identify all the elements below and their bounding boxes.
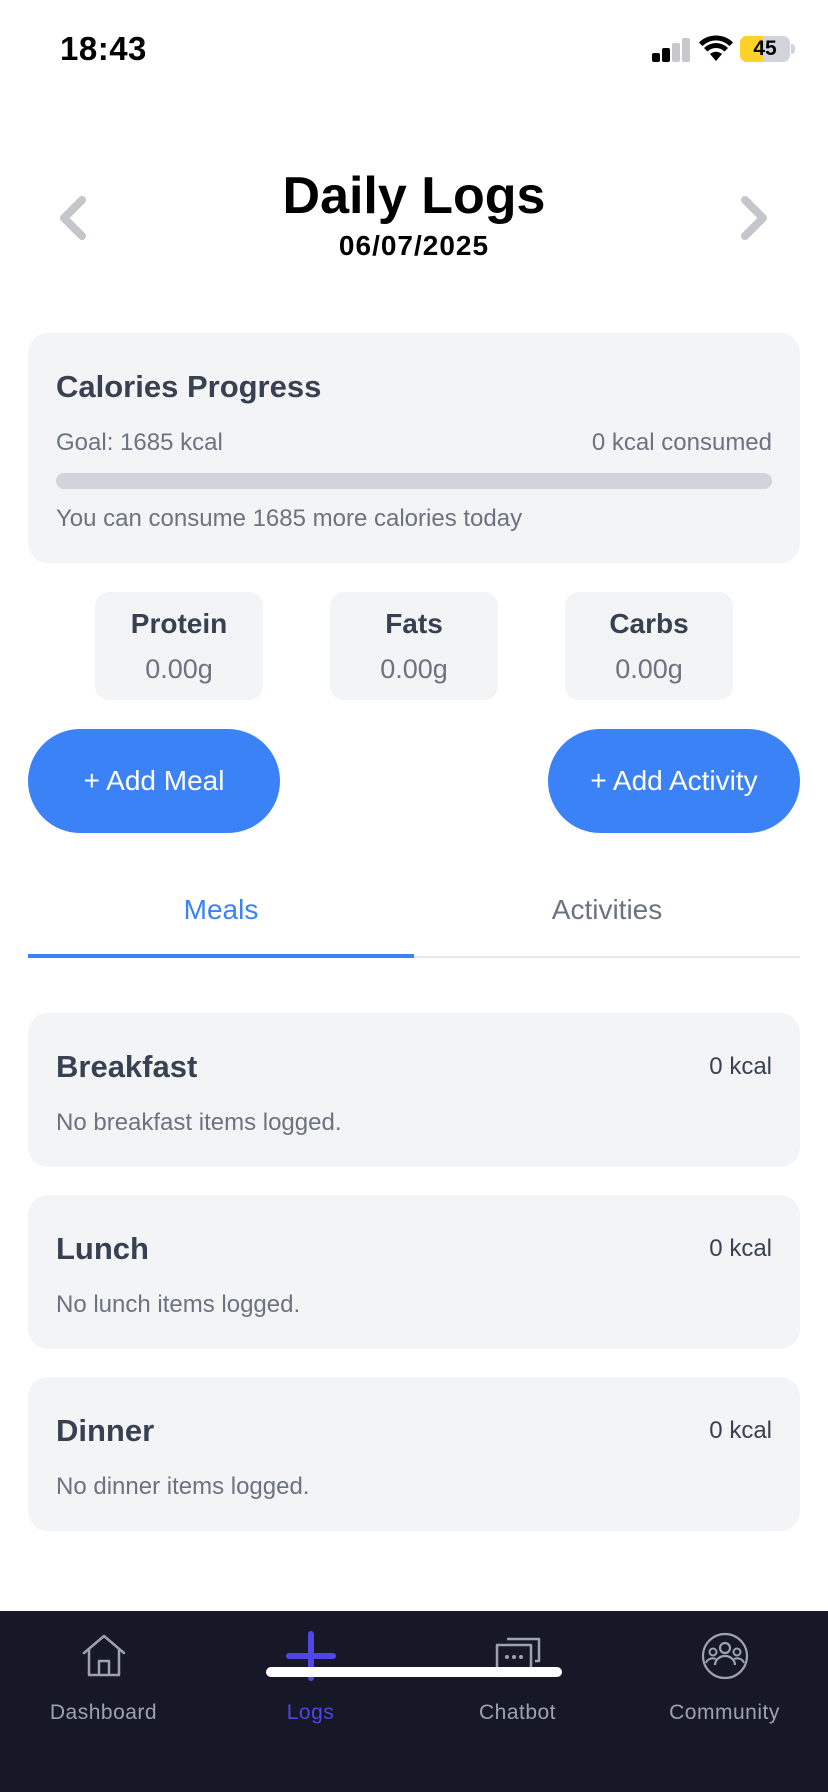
header: Daily Logs 06/07/2025 <box>0 160 828 270</box>
calories-title: Calories Progress <box>56 369 322 404</box>
tabbar-label: Dashboard <box>49 1701 158 1724</box>
status-bar: 18:43 45 <box>0 0 828 100</box>
chevron-right-icon[interactable] <box>731 190 775 246</box>
macro-label: Fats <box>385 608 443 639</box>
macro-fats: Fats 0.00g <box>330 592 498 700</box>
macro-value: 0.00g <box>145 654 213 684</box>
add-activity-button[interactable]: + Add Activity <box>548 729 800 833</box>
calories-progress-card: Calories Progress Goal: 1685 kcal 0 kcal… <box>28 333 800 563</box>
bottom-tab-bar: Dashboard Logs Chatbot Community <box>0 1611 828 1792</box>
wifi-icon <box>699 35 733 61</box>
meal-card-dinner[interactable]: Dinner 0 kcal No dinner items logged. <box>28 1377 800 1531</box>
meal-card-breakfast[interactable]: Breakfast 0 kcal No breakfast items logg… <box>28 1013 800 1167</box>
tabbar-item-community[interactable]: Community <box>621 1611 828 1741</box>
tabbar-label: Logs <box>286 1701 335 1724</box>
page-date: 06/07/2025 <box>338 230 490 261</box>
community-icon <box>701 1632 749 1680</box>
status-time: 18:43 <box>60 30 147 67</box>
home-indicator <box>266 1667 562 1677</box>
meal-kcal: 0 kcal <box>709 1053 772 1080</box>
home-icon <box>82 1634 126 1677</box>
meal-kcal: 0 kcal <box>709 1235 772 1262</box>
meal-name: Dinner <box>56 1413 155 1448</box>
signal-icon <box>652 38 690 62</box>
meal-empty-text: No lunch items logged. <box>56 1291 301 1318</box>
meal-name: Lunch <box>56 1231 149 1266</box>
meal-empty-text: No breakfast items logged. <box>56 1109 342 1136</box>
battery-cap <box>791 44 795 54</box>
battery-icon: 45 <box>740 36 790 62</box>
tabbar-label: Community <box>669 1701 780 1724</box>
meal-empty-text: No dinner items logged. <box>56 1473 310 1500</box>
log-tabs: Meals Activities <box>28 870 800 958</box>
tab-activities[interactable]: Activities <box>414 870 800 958</box>
calories-goal: Goal: 1685 kcal <box>56 429 223 456</box>
macro-label: Carbs <box>609 608 689 639</box>
battery-level: 45 <box>753 37 777 60</box>
calories-progress-bar <box>56 473 772 489</box>
calories-remaining: You can consume 1685 more calories today <box>56 505 523 532</box>
macro-protein: Protein 0.00g <box>95 592 263 700</box>
tab-meals[interactable]: Meals <box>28 870 414 958</box>
meal-kcal: 0 kcal <box>709 1417 772 1444</box>
macro-carbs: Carbs 0.00g <box>565 592 733 700</box>
active-tab-indicator <box>28 954 414 958</box>
macro-label: Protein <box>130 608 228 639</box>
page-title: Daily Logs <box>282 167 546 225</box>
meal-name: Breakfast <box>56 1049 198 1084</box>
calories-consumed: 0 kcal consumed <box>591 429 772 456</box>
macro-value: 0.00g <box>615 654 683 684</box>
meal-card-lunch[interactable]: Lunch 0 kcal No lunch items logged. <box>28 1195 800 1349</box>
add-meal-button[interactable]: + Add Meal <box>28 729 280 833</box>
macro-value: 0.00g <box>380 654 448 684</box>
tabbar-label: Chatbot <box>478 1701 557 1724</box>
tabbar-item-dashboard[interactable]: Dashboard <box>0 1611 207 1741</box>
